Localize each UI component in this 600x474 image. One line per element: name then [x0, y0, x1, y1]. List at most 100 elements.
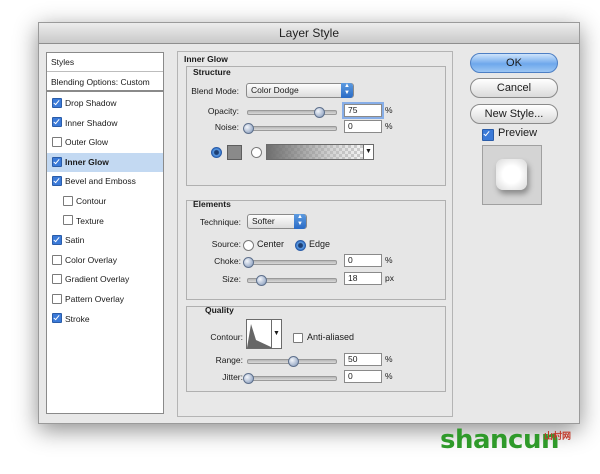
source-edge-radio[interactable] — [295, 240, 306, 251]
noise-unit: % — [385, 121, 393, 131]
jitter-slider[interactable] — [243, 373, 337, 384]
jitter-field[interactable]: 0 — [344, 370, 382, 383]
size-unit: px — [385, 273, 394, 283]
blending-options-item[interactable]: Blending Options: Custom — [47, 73, 163, 92]
style-item[interactable]: Pattern Overlay — [47, 290, 163, 309]
style-item-checkbox[interactable] — [63, 195, 73, 206]
style-item-checkbox[interactable] — [52, 254, 62, 265]
styles-header[interactable]: Styles — [47, 53, 163, 72]
choke-label: Choke: — [214, 256, 241, 266]
structure-title: Structure — [193, 67, 231, 77]
style-preview-thumbnail — [482, 145, 542, 205]
style-item-label: Gradient Overlay — [65, 274, 130, 285]
gradient-radio[interactable] — [251, 147, 262, 158]
range-slider-knob[interactable] — [288, 356, 299, 367]
blend-mode-select[interactable]: Color Dodge ▲ ▼ — [246, 83, 354, 98]
style-item[interactable]: Stroke — [47, 310, 163, 329]
size-label: Size: — [222, 274, 241, 284]
style-item-checkbox[interactable] — [52, 293, 62, 304]
style-item-checkbox[interactable] — [52, 156, 62, 167]
style-item[interactable]: Bevel and Emboss — [47, 172, 163, 191]
new-style-button[interactable]: New Style... — [470, 104, 558, 124]
style-item-checkbox[interactable] — [52, 313, 62, 324]
dropdown-arrow-icon[interactable]: ▼ — [363, 145, 373, 159]
style-item[interactable]: Gradient Overlay — [47, 270, 163, 289]
style-item[interactable]: Outer Glow — [47, 133, 163, 152]
style-item-checkbox[interactable] — [52, 136, 62, 147]
size-slider-knob[interactable] — [256, 275, 267, 286]
style-item-label: Texture — [76, 215, 104, 226]
opacity-field[interactable]: 75 — [344, 104, 382, 117]
watermark-site: shancun — [440, 425, 559, 455]
elements-group: Elements Technique: Softer ▲ ▼ Source: Ce… — [186, 199, 446, 300]
range-slider[interactable] — [247, 356, 337, 367]
style-item-label: Inner Glow — [65, 156, 109, 167]
window-title: Layer Style — [39, 23, 579, 44]
opacity-slider[interactable] — [247, 107, 337, 118]
inner-glow-title: Inner Glow — [184, 54, 228, 64]
noise-slider[interactable] — [243, 123, 337, 134]
style-item-label: Satin — [65, 235, 85, 246]
preview-checkbox[interactable] — [482, 129, 494, 141]
cancel-button[interactable]: Cancel — [470, 78, 558, 98]
choke-slider[interactable] — [243, 257, 337, 268]
style-item-checkbox[interactable] — [52, 176, 62, 187]
technique-select[interactable]: Softer ▲ ▼ — [247, 214, 307, 229]
style-item[interactable]: Inner Shadow — [47, 114, 163, 133]
solid-color-radio[interactable] — [211, 147, 222, 158]
style-item-checkbox[interactable] — [52, 117, 62, 128]
style-item[interactable]: Satin — [47, 231, 163, 250]
quality-title: Quality — [205, 305, 234, 315]
style-item-checkbox[interactable] — [52, 97, 62, 108]
source-center-radio[interactable] — [243, 240, 254, 251]
source-edge-label: Edge — [309, 239, 331, 249]
contour-picker[interactable]: ▼ — [246, 319, 282, 349]
style-item-checkbox[interactable] — [52, 274, 62, 285]
dropdown-arrow-icon[interactable]: ▼ — [271, 320, 281, 348]
noise-label: Noise: — [214, 122, 239, 132]
range-label: Range: — [215, 355, 243, 365]
choke-slider-knob[interactable] — [243, 257, 254, 268]
style-item[interactable]: Color Overlay — [47, 251, 163, 270]
gradient-picker[interactable]: ▼ — [266, 144, 374, 160]
structure-group: Structure Blend Mode: Color Dodge ▲ ▼ Opa… — [186, 66, 446, 186]
style-item-label: Bevel and Emboss — [65, 176, 136, 187]
noise-slider-knob[interactable] — [243, 123, 254, 134]
jitter-slider-knob[interactable] — [243, 373, 254, 384]
opacity-slider-knob[interactable] — [314, 107, 325, 118]
choke-field[interactable]: 0 — [344, 254, 382, 267]
style-item-label: Contour — [76, 196, 107, 206]
size-slider[interactable] — [247, 275, 337, 286]
anti-aliased-label: Anti-aliased — [307, 332, 355, 342]
style-item-label: Inner Shadow — [65, 117, 118, 128]
style-item[interactable]: Inner Glow — [47, 152, 163, 172]
elements-title: Elements — [193, 199, 231, 209]
quality-group: Quality Contour: ▼ Anti-aliased Range: 5… — [186, 305, 446, 392]
style-item-label: Color Overlay — [65, 254, 117, 265]
technique-label: Technique: — [199, 217, 241, 227]
style-item-label: Stroke — [65, 313, 90, 324]
select-arrows-icon: ▲ ▼ — [294, 214, 306, 229]
range-unit: % — [385, 354, 393, 364]
select-arrows-icon: ▲ ▼ — [341, 83, 353, 98]
ok-button[interactable]: OK — [470, 53, 558, 73]
noise-field[interactable]: 0 — [344, 120, 382, 133]
style-item-label: Drop Shadow — [65, 98, 117, 108]
glow-color-swatch[interactable] — [227, 145, 242, 160]
style-item[interactable]: Contour — [47, 192, 163, 211]
blend-mode-label: Blend Mode: — [191, 86, 239, 96]
anti-aliased-checkbox[interactable] — [293, 332, 303, 343]
blend-mode-value: Color Dodge — [251, 85, 299, 95]
styles-list: Styles Blending Options: Custom Drop Sha… — [46, 52, 164, 414]
technique-value: Softer — [252, 216, 275, 226]
style-item[interactable]: Texture — [47, 212, 163, 231]
size-field[interactable]: 18 — [344, 272, 382, 285]
watermark-logo: shancun 山村网 — [440, 425, 571, 455]
style-item[interactable]: Drop Shadow — [47, 94, 163, 113]
source-label: Source: — [211, 239, 241, 249]
preview-label: Preview — [498, 127, 538, 139]
style-item-checkbox[interactable] — [52, 234, 62, 245]
style-item-checkbox[interactable] — [63, 215, 73, 226]
style-item-label: Outer Glow — [65, 137, 108, 148]
range-field[interactable]: 50 — [344, 353, 382, 366]
